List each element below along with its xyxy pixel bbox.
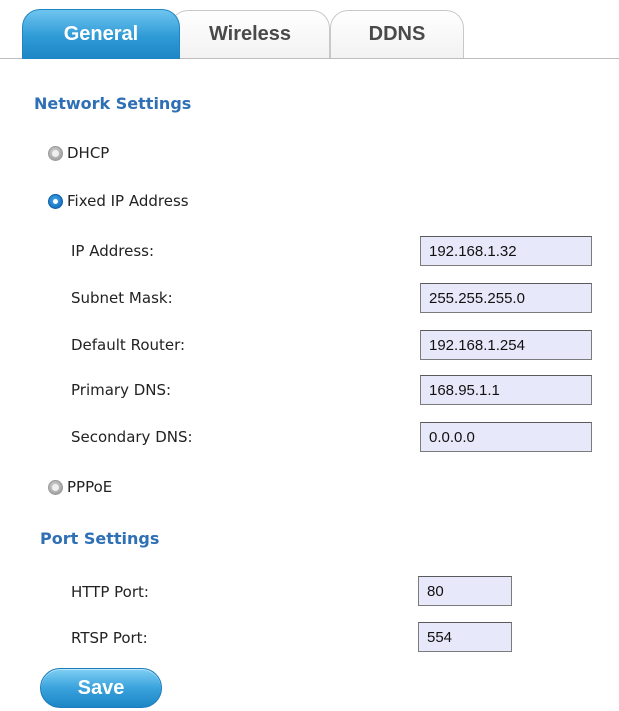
rtsp-port-input[interactable]: [418, 622, 512, 652]
primary-dns-input[interactable]: [420, 375, 592, 405]
radio-unselected-icon[interactable]: [48, 145, 63, 161]
port-settings-title: Port Settings: [40, 529, 160, 548]
http-port-input[interactable]: [418, 576, 512, 606]
subnet-mask-input[interactable]: [420, 283, 592, 313]
tab-general[interactable]: General: [22, 9, 180, 59]
default-router-input[interactable]: [420, 330, 592, 360]
dhcp-label: DHCP: [67, 144, 110, 162]
ip-address-label: IP Address:: [71, 242, 155, 260]
save-button[interactable]: Save: [40, 668, 162, 708]
radio-selected-icon[interactable]: [48, 193, 63, 209]
tab-ddns[interactable]: DDNS: [330, 10, 464, 58]
secondary-dns-label: Secondary DNS:: [71, 428, 193, 446]
fixed-ip-label: Fixed IP Address: [67, 192, 189, 210]
subnet-mask-label: Subnet Mask:: [71, 289, 173, 307]
primary-dns-label: Primary DNS:: [71, 381, 172, 399]
secondary-dns-input[interactable]: [420, 422, 592, 452]
network-settings-title: Network Settings: [34, 94, 192, 113]
default-router-label: Default Router:: [71, 336, 186, 354]
pppoe-label: PPPoE: [67, 478, 113, 496]
ip-address-input[interactable]: [420, 236, 592, 266]
dhcp-option[interactable]: DHCP: [48, 144, 109, 162]
rtsp-port-label: RTSP Port:: [71, 629, 148, 647]
fixed-ip-option[interactable]: Fixed IP Address: [48, 192, 189, 210]
http-port-label: HTTP Port:: [71, 583, 149, 601]
radio-unselected-icon[interactable]: [48, 479, 63, 495]
pppoe-option[interactable]: PPPoE: [48, 478, 112, 496]
tab-bar: DDNS Wireless General: [0, 0, 619, 60]
tab-wireless[interactable]: Wireless: [170, 10, 330, 58]
